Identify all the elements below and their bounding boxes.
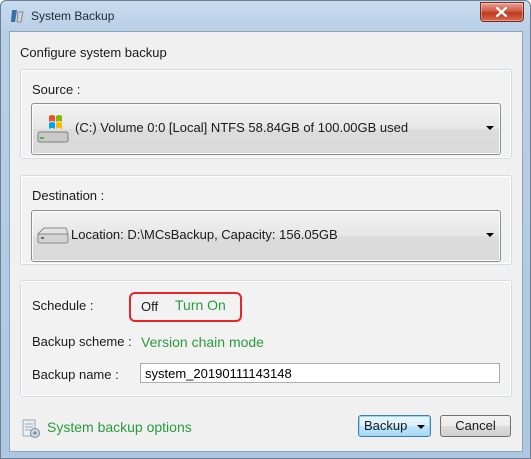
close-button[interactable] [480,2,524,22]
window-title: System Backup [31,9,115,23]
source-value: (C:) Volume 0:0 [Local] NTFS 58.84GB of … [75,120,409,135]
page-title: Configure system backup [20,45,167,60]
close-icon [496,7,507,17]
windows-drive-icon [36,112,72,149]
destination-dropdown[interactable]: Location: D:\MCsBackup, Capacity: 156.05… [31,210,501,262]
cancel-button[interactable]: Cancel [440,415,511,437]
options-icon [20,418,42,443]
backup-button-label: Backup [364,418,408,433]
schedule-state: Off [141,299,159,314]
chevron-down-icon [486,126,494,130]
chevron-down-icon [417,424,425,429]
chevron-down-icon [486,233,494,237]
dialog-body: Configure system backup Source : (C:) Vo… [9,31,523,452]
schedule-label: Schedule : [32,298,94,313]
destination-group: Destination : Location: D:\MCsBackup, Ca… [20,175,512,265]
backup-scheme-label: Backup scheme : [32,334,132,349]
title-bar[interactable]: System Backup [1,1,530,31]
source-label: Source : [32,82,81,97]
options-link-label: System backup options [47,419,192,435]
system-backup-window: System Backup Configure system backup So… [0,0,531,459]
app-icon [9,8,25,24]
source-group: Source : (C:) Volume 0:0 [Local] NTFS 58… [20,69,512,159]
destination-value: Location: D:\MCsBackup, Capacity: 156.05… [71,227,338,242]
backup-name-input[interactable] [140,363,500,383]
drive-icon [36,225,70,250]
backup-name-label: Backup name : [32,367,119,382]
turn-on-link[interactable]: Turn On [175,297,226,313]
backup-button[interactable]: Backup [358,415,431,437]
backup-scheme-link[interactable]: Version chain mode [141,334,264,350]
source-dropdown[interactable]: (C:) Volume 0:0 [Local] NTFS 58.84GB of … [31,103,501,155]
destination-label: Destination : [32,188,105,203]
